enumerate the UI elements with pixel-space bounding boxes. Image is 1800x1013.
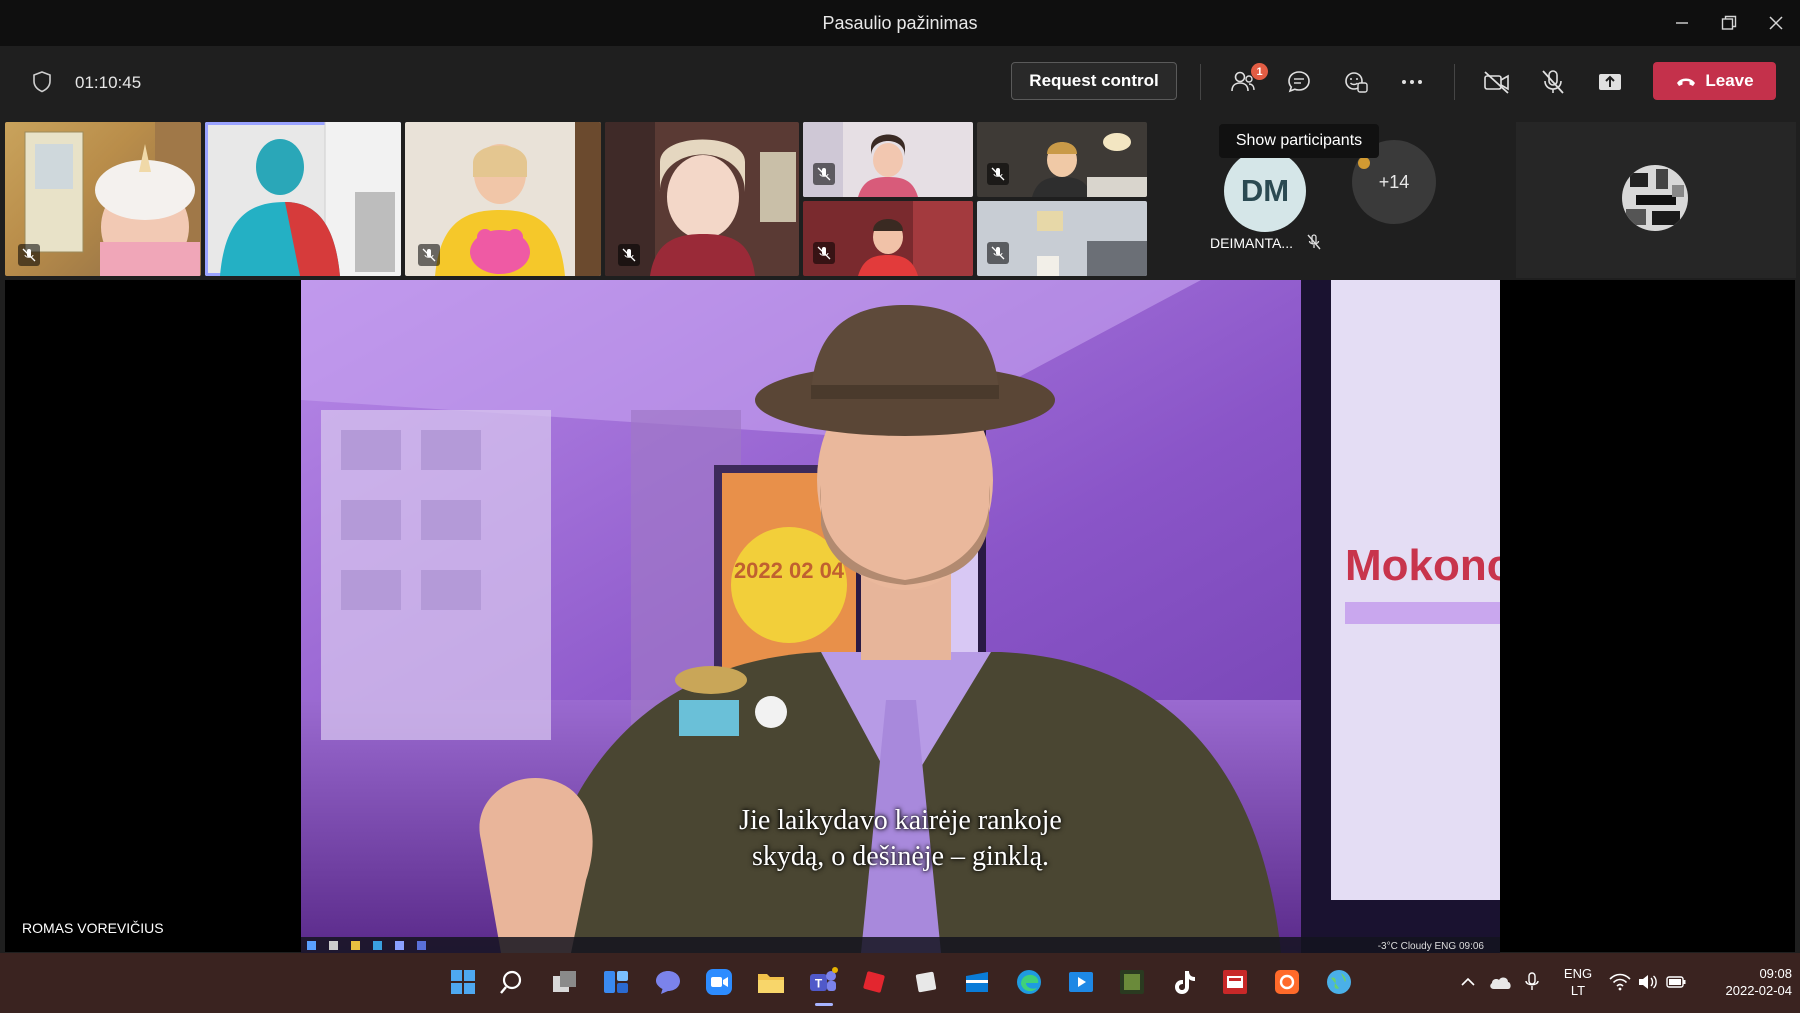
shared-video[interactable]: 2022 02 04 Mokonc Jie laikydavo kairėje … — [301, 280, 1500, 953]
more-options-icon[interactable] — [1396, 66, 1428, 98]
app-white-icon[interactable] — [909, 965, 943, 999]
muted-mic-icon — [813, 242, 835, 264]
camera-off-icon[interactable] — [1481, 66, 1513, 98]
participant-video-tile[interactable] — [977, 201, 1147, 276]
app-dark-red-icon[interactable] — [1218, 965, 1252, 999]
show-participants-tooltip: Show participants — [1219, 124, 1379, 158]
microsoft-store-icon[interactable] — [960, 965, 994, 999]
toolbar-divider — [1454, 64, 1455, 100]
muted-mic-icon — [813, 163, 835, 185]
active-app-indicator — [815, 1003, 833, 1006]
app-red-icon[interactable] — [857, 965, 891, 999]
tiktok-icon[interactable] — [1167, 965, 1201, 999]
muted-mic-icon — [987, 163, 1009, 185]
app-green-icon[interactable] — [1115, 965, 1149, 999]
meeting-toolbar: 01:10:45 Request control Leave — [0, 46, 1800, 118]
leave-label: Leave — [1705, 71, 1754, 90]
muted-mic-icon — [1305, 233, 1323, 251]
participant-name: DEIMANTA... — [1210, 235, 1293, 251]
teams-meeting-window: Pasaulio pažinimas 01:10:45 Request cont… — [0, 0, 1800, 1013]
video-sign-text: Mokonc — [1345, 541, 1500, 590]
request-control-button[interactable]: Request control — [1011, 62, 1177, 100]
video-poster-date: 2022 02 04 — [734, 558, 845, 583]
participant-video-tile[interactable] — [803, 122, 973, 197]
presenter-name: ROMAS VOREVIČIUS — [22, 920, 164, 936]
participant-video-tile[interactable] — [803, 201, 973, 276]
battery-icon[interactable] — [1662, 965, 1690, 999]
share-screen-icon[interactable] — [1594, 66, 1626, 98]
toolbar-divider — [1200, 64, 1201, 100]
participant-video-tile[interactable] — [605, 122, 799, 276]
participant-video-tile[interactable] — [405, 122, 601, 276]
start-icon[interactable] — [446, 965, 480, 999]
muted-mic-icon — [987, 242, 1009, 264]
shared-screen-tray: -3°C Cloudy ENG 09:06 — [1377, 941, 1484, 952]
restore-icon[interactable] — [1709, 8, 1749, 38]
shield-icon[interactable] — [30, 70, 54, 94]
participant-avatar-dm[interactable]: DM — [1224, 150, 1306, 232]
leave-button[interactable]: Leave — [1653, 62, 1776, 100]
widgets-icon[interactable] — [599, 965, 633, 999]
clock[interactable]: 09:08 2022-02-04 — [1700, 965, 1793, 999]
window-title: Pasaulio pažinimas — [822, 13, 978, 33]
phone-hangup-icon — [1677, 78, 1696, 86]
input-language[interactable]: ENG LT — [1556, 965, 1600, 999]
muted-mic-icon — [418, 244, 440, 266]
teams-icon[interactable]: T — [806, 965, 840, 999]
teams-chat-icon[interactable] — [651, 965, 685, 999]
close-icon[interactable] — [1756, 8, 1796, 38]
clock-time: 09:08 — [1759, 966, 1792, 981]
windows-taskbar: T ENG LT 09:08 2022-02-04 — [0, 953, 1800, 1013]
meeting-timer: 01:10:45 — [75, 73, 142, 92]
minimize-icon[interactable] — [1662, 8, 1702, 38]
shared-screen-taskbar: -3°C Cloudy ENG 09:06 — [301, 937, 1500, 953]
microphone-icon[interactable] — [1518, 965, 1546, 999]
onedrive-cloud-icon[interactable] — [1486, 965, 1514, 999]
muted-mic-icon — [18, 244, 40, 266]
clock-date: 2022-02-04 — [1725, 983, 1793, 998]
edge-icon[interactable] — [1012, 965, 1046, 999]
wifi-icon[interactable] — [1606, 965, 1634, 999]
file-explorer-icon[interactable] — [754, 965, 788, 999]
participant-video-tile-selected[interactable] — [205, 122, 401, 276]
media-player-icon[interactable] — [1064, 965, 1098, 999]
volume-icon[interactable] — [1634, 965, 1662, 999]
reactions-icon[interactable] — [1340, 66, 1372, 98]
user-avatar[interactable] — [1622, 165, 1688, 231]
status-dot-icon — [1358, 157, 1370, 169]
mic-off-icon[interactable] — [1537, 66, 1569, 98]
svg-text:T: T — [815, 977, 823, 991]
video-subtitles: Jie laikydavo kairėje rankoje skydą, o d… — [301, 803, 1500, 875]
subtitle-line: skydą, o dešinėje – ginklą. — [751, 841, 1050, 872]
language-code: ENG — [1563, 966, 1593, 981]
app-orange-icon[interactable] — [1270, 965, 1304, 999]
search-icon[interactable] — [496, 965, 530, 999]
subtitle-line: Jie laikydavo kairėje rankoje — [739, 805, 1062, 836]
task-view-icon[interactable] — [548, 965, 582, 999]
zoom-icon[interactable] — [702, 965, 736, 999]
participant-video-tile[interactable] — [977, 122, 1147, 197]
participant-video-tile[interactable] — [5, 122, 201, 276]
muted-mic-icon — [618, 244, 640, 266]
chevron-up-icon[interactable] — [1456, 965, 1480, 999]
participants-badge: 1 — [1251, 63, 1268, 80]
title-bar: Pasaulio pažinimas — [0, 0, 1800, 46]
globe-app-icon[interactable] — [1322, 965, 1356, 999]
chat-icon[interactable] — [1283, 66, 1315, 98]
keyboard-layout: LT — [1570, 983, 1586, 998]
